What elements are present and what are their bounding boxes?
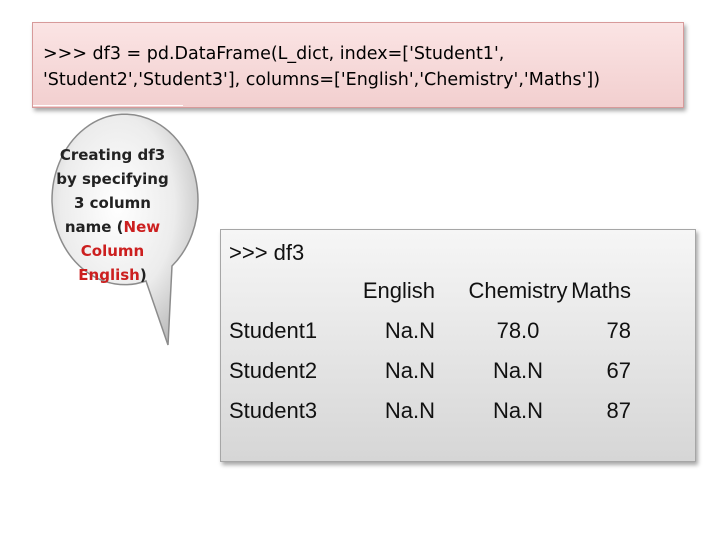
cell-student1-english: Na.N (384, 318, 435, 343)
output-prompt: >>> df3 (229, 240, 305, 265)
cell-student3-maths: 87 (606, 398, 631, 423)
cell-student3-chemistry: Na.N (492, 398, 544, 423)
callout-text: Creating df3 by specifying 3 column name… (50, 143, 175, 287)
column-header-english: English (362, 278, 435, 303)
cell-student1-maths: 78 (606, 318, 631, 343)
row-index-student1: Student1 (229, 318, 318, 343)
cell-student2-chemistry: Na.N (492, 358, 544, 383)
cell-student3-english: Na.N (384, 398, 435, 423)
callout-text-end: ) (139, 266, 147, 284)
column-header-maths: Maths (571, 278, 631, 303)
cell-student2-english: Na.N (384, 358, 435, 383)
cell-student2-maths: 67 (606, 358, 631, 383)
row-index-student3: Student3 (229, 398, 318, 423)
dataframe-output: >>> df3 English Chemistry Maths Student1… (220, 229, 696, 462)
column-header-chemistry: Chemistry (468, 278, 568, 303)
row-index-student2: Student2 (229, 358, 318, 383)
cell-student1-chemistry: 78.0 (496, 318, 540, 343)
